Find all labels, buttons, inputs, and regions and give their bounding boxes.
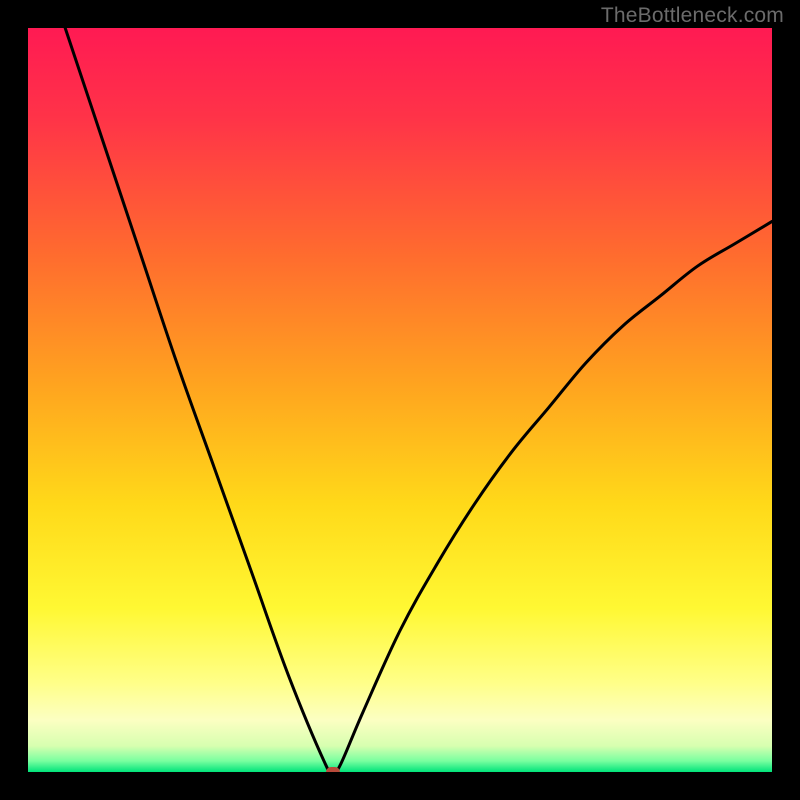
watermark-label: TheBottleneck.com <box>601 4 784 28</box>
optimal-marker-icon <box>326 767 340 772</box>
bottleneck-curve <box>28 28 772 772</box>
plot-area <box>28 28 772 772</box>
chart-frame: TheBottleneck.com <box>0 0 800 800</box>
